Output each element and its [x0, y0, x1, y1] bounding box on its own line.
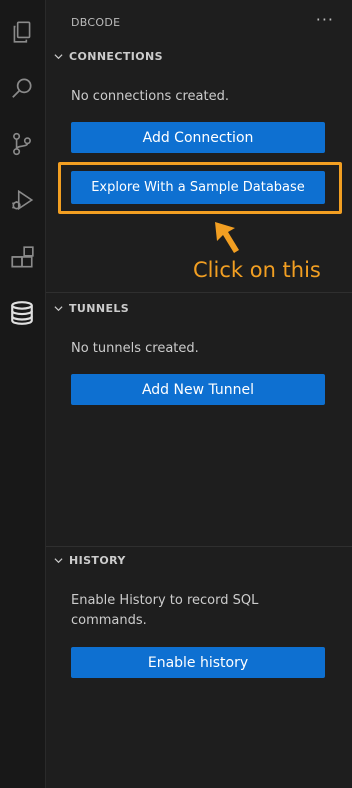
chevron-down-icon [54, 306, 63, 312]
section-divider [46, 292, 352, 293]
search-icon[interactable] [7, 73, 37, 103]
add-connection-button[interactable]: Add Connection [71, 122, 325, 153]
tunnels-empty-message: No tunnels created. [71, 341, 199, 356]
explore-sample-database-button[interactable]: Explore With a Sample Database [71, 171, 325, 204]
chevron-down-icon [54, 558, 63, 564]
pointer-arrow-icon [215, 222, 239, 253]
database-icon[interactable] [7, 298, 37, 328]
history-message: Enable History to record SQL commands. [71, 593, 259, 628]
section-divider [46, 546, 352, 547]
chevron-down-icon [54, 54, 63, 60]
explorer-icon[interactable] [7, 17, 37, 47]
tunnels-section-header[interactable]: TUNNELS [54, 302, 129, 315]
history-section-header[interactable]: HISTORY [54, 554, 126, 567]
annotation-text: Click on this [193, 258, 321, 282]
sidebar-title: DBCODE [71, 16, 121, 29]
connections-header-label: CONNECTIONS [69, 50, 163, 63]
connections-section-header[interactable]: CONNECTIONS [54, 50, 163, 63]
source-control-icon[interactable] [7, 129, 37, 159]
history-header-label: HISTORY [69, 554, 126, 567]
sidebar: DBCODE ··· CONNECTIONS No connections cr… [46, 0, 352, 788]
more-actions-icon[interactable]: ··· [316, 10, 334, 29]
extensions-icon[interactable] [7, 243, 37, 273]
add-tunnel-button[interactable]: Add New Tunnel [71, 374, 325, 405]
connections-empty-message: No connections created. [71, 89, 229, 104]
activity-bar [0, 0, 46, 788]
tunnels-header-label: TUNNELS [69, 302, 130, 315]
run-debug-icon[interactable] [7, 185, 37, 215]
enable-history-button[interactable]: Enable history [71, 647, 325, 678]
